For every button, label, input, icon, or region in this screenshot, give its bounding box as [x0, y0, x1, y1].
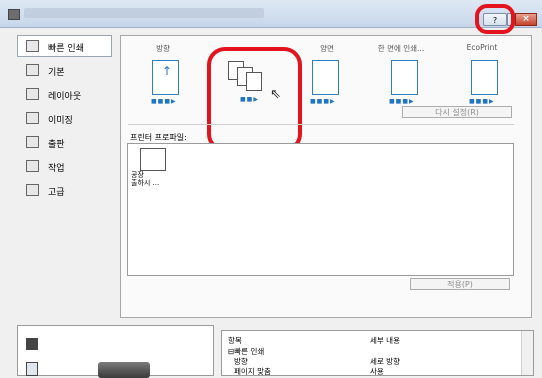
multiple-pages-option[interactable]: [391, 60, 418, 95]
divider: [128, 124, 514, 125]
printer-profile-list[interactable]: 공장 출하시 ...: [127, 143, 514, 276]
imaging-icon: [26, 112, 39, 124]
sidebar-item-label: 레이아웃: [48, 92, 82, 102]
close-button[interactable]: ×: [515, 13, 537, 26]
multiple-pages-label: 한 면에 인쇄...: [377, 44, 425, 53]
summary-row-item: 페이지 맞춤: [234, 367, 271, 376]
title-bar: ? ×: [0, 0, 542, 28]
close-icon: ×: [522, 14, 530, 24]
ecoprint-option[interactable]: [471, 60, 498, 95]
summary-header-detail: 세부 내용: [370, 336, 400, 345]
sidebar-item-label: 이미징: [48, 116, 73, 126]
sidebar-item-basic[interactable]: 기본: [17, 59, 112, 81]
orientation-label: 방향: [156, 44, 170, 53]
summary-header-item: 항목: [228, 336, 242, 345]
app-icon: [8, 9, 20, 20]
sidebar-item-imaging[interactable]: 이미징: [17, 107, 112, 129]
settings-summary: 항목 세부 내용 ⊟빠른 인쇄 방향 세로 방향 페이지 맞춤 사용: [221, 330, 534, 376]
sidebar-item-quick-print[interactable]: 빠른 인쇄: [17, 35, 112, 57]
ecoprint-dots-icon: ■■■▶: [469, 98, 495, 105]
printer-profile-label: 프린터 프로파일:: [130, 133, 187, 142]
sidebar-item-layout[interactable]: 레이아웃: [17, 83, 112, 105]
sidebar-item-advanced[interactable]: 고급: [17, 179, 112, 201]
document-view-icon[interactable]: [26, 362, 38, 376]
sidebar-item-label: 출판: [48, 140, 65, 150]
sidebar-item-label: 빠른 인쇄: [48, 44, 84, 54]
ecoprint-label: EcoPrint: [466, 43, 498, 52]
duplex-dots-icon: ■■■▶: [310, 98, 336, 105]
summary-scrollbar[interactable]: [521, 331, 533, 375]
apply-button[interactable]: 적용(P): [410, 278, 510, 290]
printer-preview: [17, 325, 214, 378]
sidebar-item-label: 작업: [48, 164, 65, 174]
duplex-option[interactable]: [312, 60, 339, 95]
sidebar: 빠른 인쇄 기본 레이아웃 이미징 출판 작업 고급: [17, 35, 112, 203]
printer-view-icon[interactable]: [26, 338, 38, 350]
summary-row-value: 사용: [370, 367, 384, 376]
collate-callout: [207, 47, 302, 152]
portrait-arrow-icon: ↑: [162, 64, 173, 78]
advanced-icon: [26, 184, 39, 196]
publishing-icon: [26, 136, 39, 148]
duplex-label: 양면: [320, 44, 334, 53]
basic-icon: [26, 64, 39, 76]
reset-button[interactable]: 다시 설정(R): [402, 106, 512, 118]
profile-name-text: 공장 출하시 ...: [131, 171, 160, 187]
sidebar-item-job[interactable]: 작업: [17, 155, 112, 177]
sidebar-item-label: 기본: [48, 68, 65, 78]
multiple-pages-dots-icon: ■■■▶: [389, 98, 415, 105]
window-title: [24, 8, 264, 18]
profile-icon[interactable]: [140, 148, 166, 171]
orientation-dots-icon: ■■■▶: [151, 98, 177, 105]
orientation-option[interactable]: ↑: [152, 60, 179, 95]
job-icon: [26, 160, 39, 172]
layout-icon: [26, 88, 39, 100]
profile-name: 공장 출하시 ...: [131, 171, 159, 187]
sidebar-item-label: 고급: [48, 188, 65, 198]
bottom-area: 항목 세부 내용 ⊟빠른 인쇄 방향 세로 방향 페이지 맞춤 사용: [17, 325, 534, 378]
sidebar-item-publishing[interactable]: 출판: [17, 131, 112, 153]
help-callout-circle: [475, 4, 515, 34]
quick-print-icon: [26, 40, 39, 52]
